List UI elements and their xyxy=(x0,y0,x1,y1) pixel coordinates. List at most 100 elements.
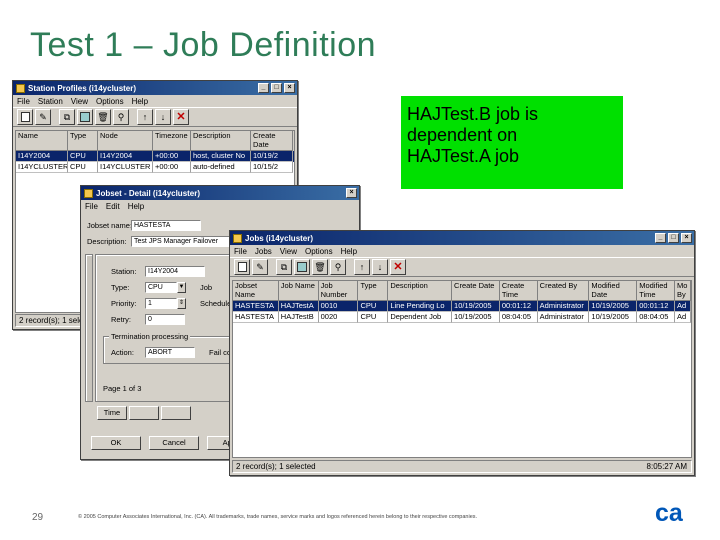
jobset-name-label: Jobset name: xyxy=(87,221,133,230)
column-header[interactable]: Type xyxy=(358,281,389,301)
maximize-button[interactable]: □ xyxy=(271,83,282,93)
new-icon[interactable] xyxy=(234,259,250,275)
sort-ascending-icon[interactable]: ↑ xyxy=(354,259,370,275)
search-icon[interactable]: ⚲ xyxy=(113,109,129,125)
jobset-left-scroll[interactable] xyxy=(85,254,93,402)
description-label: Description: xyxy=(87,237,127,246)
column-header[interactable]: Description xyxy=(388,281,453,301)
column-header[interactable]: Modified Date xyxy=(589,281,638,301)
delete-icon[interactable]: 🗑 xyxy=(95,109,111,125)
jobset-name-field[interactable]: HASTESTA xyxy=(131,220,201,231)
table-cell: HAJTestB xyxy=(278,312,319,323)
jobs-window-titlebar[interactable]: Jobs (i14ycluster) _ □ × xyxy=(230,231,694,245)
app-icon xyxy=(233,233,242,243)
menu-help[interactable]: Help xyxy=(341,247,357,256)
station-grid-header: Name Type Node Timezone Description Crea… xyxy=(16,131,294,151)
retry-label: Retry: xyxy=(111,315,132,324)
action-field[interactable]: ABORT xyxy=(145,347,195,358)
tab-third[interactable] xyxy=(161,406,191,420)
close-button[interactable]: × xyxy=(681,233,692,243)
column-header[interactable]: Node xyxy=(98,131,153,151)
table-cell: HAJTestA xyxy=(278,301,319,312)
save-icon[interactable] xyxy=(77,109,93,125)
menu-view[interactable]: View xyxy=(280,247,297,256)
close-button[interactable]: × xyxy=(284,83,295,93)
menu-view[interactable]: View xyxy=(71,97,88,106)
table-cell: 08:04:05 xyxy=(499,312,538,323)
table-cell: I14YCLUSTER xyxy=(16,162,68,173)
page-number: 29 xyxy=(32,512,44,523)
menu-file[interactable]: File xyxy=(234,247,247,256)
table-row[interactable]: I14Y2004 CPU I14Y2004 +00:00 host, clust… xyxy=(16,151,294,162)
menu-options[interactable]: Options xyxy=(96,97,124,106)
menu-help[interactable]: Help xyxy=(132,97,148,106)
menu-options[interactable]: Options xyxy=(305,247,333,256)
column-header[interactable]: Type xyxy=(68,131,98,151)
callout-line: dependent on xyxy=(407,125,518,145)
column-header[interactable]: Timezone xyxy=(153,131,191,151)
type-select[interactable]: CPU ▼ xyxy=(145,282,186,293)
cancel-icon[interactable]: ✕ xyxy=(390,259,406,275)
copy-icon[interactable]: ⧉ xyxy=(59,109,75,125)
sort-descending-icon[interactable]: ↓ xyxy=(155,109,171,125)
table-row[interactable]: I14YCLUSTER CPU I14YCLUSTER +00:00 auto-… xyxy=(16,162,294,173)
table-cell: 00:01:12 xyxy=(499,301,538,312)
station-field[interactable]: I14Y2004 xyxy=(145,266,205,277)
priority-stepper[interactable]: 1 ⇕ xyxy=(145,298,186,309)
table-cell: Ad xyxy=(675,301,691,312)
jobs-window: Jobs (i14ycluster) _ □ × File Jobs View … xyxy=(229,230,695,476)
ok-button[interactable]: OK xyxy=(91,436,141,450)
menu-file[interactable]: File xyxy=(85,202,98,211)
edit-icon[interactable]: ✎ xyxy=(35,109,51,125)
edit-icon[interactable]: ✎ xyxy=(252,259,268,275)
jobset-window-titlebar[interactable]: Jobset - Detail (i14ycluster) × xyxy=(81,186,359,200)
table-cell: CPU xyxy=(68,151,98,162)
type-row: Type: CPU ▼ Job xyxy=(111,282,212,293)
column-header[interactable]: Job Name xyxy=(278,281,319,301)
menu-help[interactable]: Help xyxy=(128,202,144,211)
table-row[interactable]: HASTESTA HAJTestB 0020 CPU Dependent Job… xyxy=(233,312,691,323)
new-icon[interactable] xyxy=(17,109,33,125)
column-header[interactable]: Create Date xyxy=(251,131,293,151)
column-header[interactable]: Name xyxy=(16,131,68,151)
station-toolbar: ✎ ⧉ 🗑 ⚲ ↑ ↓ ✕ xyxy=(13,107,297,127)
column-header[interactable]: Create Time xyxy=(499,281,538,301)
jobs-status-time: 8:05:27 AM xyxy=(646,462,687,471)
priority-row: Priority: 1 ⇕ Schedule xyxy=(111,298,231,309)
jobs-grid: Jobset Name Job Name Job Number Type Des… xyxy=(232,280,692,458)
sort-ascending-icon[interactable]: ↑ xyxy=(137,109,153,125)
menu-jobs[interactable]: Jobs xyxy=(255,247,272,256)
save-icon[interactable] xyxy=(294,259,310,275)
tab-time[interactable]: Time xyxy=(97,406,127,420)
cancel-button[interactable]: Cancel xyxy=(149,436,199,450)
priority-label: Priority: xyxy=(111,299,137,308)
menu-station[interactable]: Station xyxy=(38,97,63,106)
column-header[interactable]: Mo By xyxy=(675,281,691,301)
station-menubar: File Station View Options Help xyxy=(13,95,297,107)
minimize-button[interactable]: _ xyxy=(258,83,269,93)
column-header[interactable]: Create Date xyxy=(452,281,500,301)
tab-second[interactable] xyxy=(129,406,159,420)
ca-logo-icon: ca xyxy=(655,500,684,524)
minimize-button[interactable]: _ xyxy=(655,233,666,243)
column-header[interactable]: Job Number xyxy=(318,281,359,301)
close-button[interactable]: × xyxy=(346,188,357,198)
table-cell: I14Y2004 xyxy=(16,151,68,162)
column-header[interactable]: Jobset Name xyxy=(233,281,279,301)
station-window-titlebar[interactable]: Station Profiles (i14ycluster) _ □ × xyxy=(13,81,297,95)
menu-file[interactable]: File xyxy=(17,97,30,106)
table-cell: 10/19/2005 xyxy=(452,301,500,312)
menu-edit[interactable]: Edit xyxy=(106,202,120,211)
retry-field[interactable]: 0 xyxy=(145,314,185,325)
search-icon[interactable]: ⚲ xyxy=(330,259,346,275)
sort-descending-icon[interactable]: ↓ xyxy=(372,259,388,275)
maximize-button[interactable]: □ xyxy=(668,233,679,243)
column-header[interactable]: Created By xyxy=(537,281,590,301)
retry-row: Retry: 0 xyxy=(111,314,185,325)
table-row[interactable]: HASTESTA HAJTestA 0010 CPU Line Pending … xyxy=(233,301,691,312)
copy-icon[interactable]: ⧉ xyxy=(276,259,292,275)
cancel-icon[interactable]: ✕ xyxy=(173,109,189,125)
column-header[interactable]: Modified Time xyxy=(637,281,676,301)
column-header[interactable]: Description xyxy=(191,131,251,151)
delete-icon[interactable]: 🗑 xyxy=(312,259,328,275)
